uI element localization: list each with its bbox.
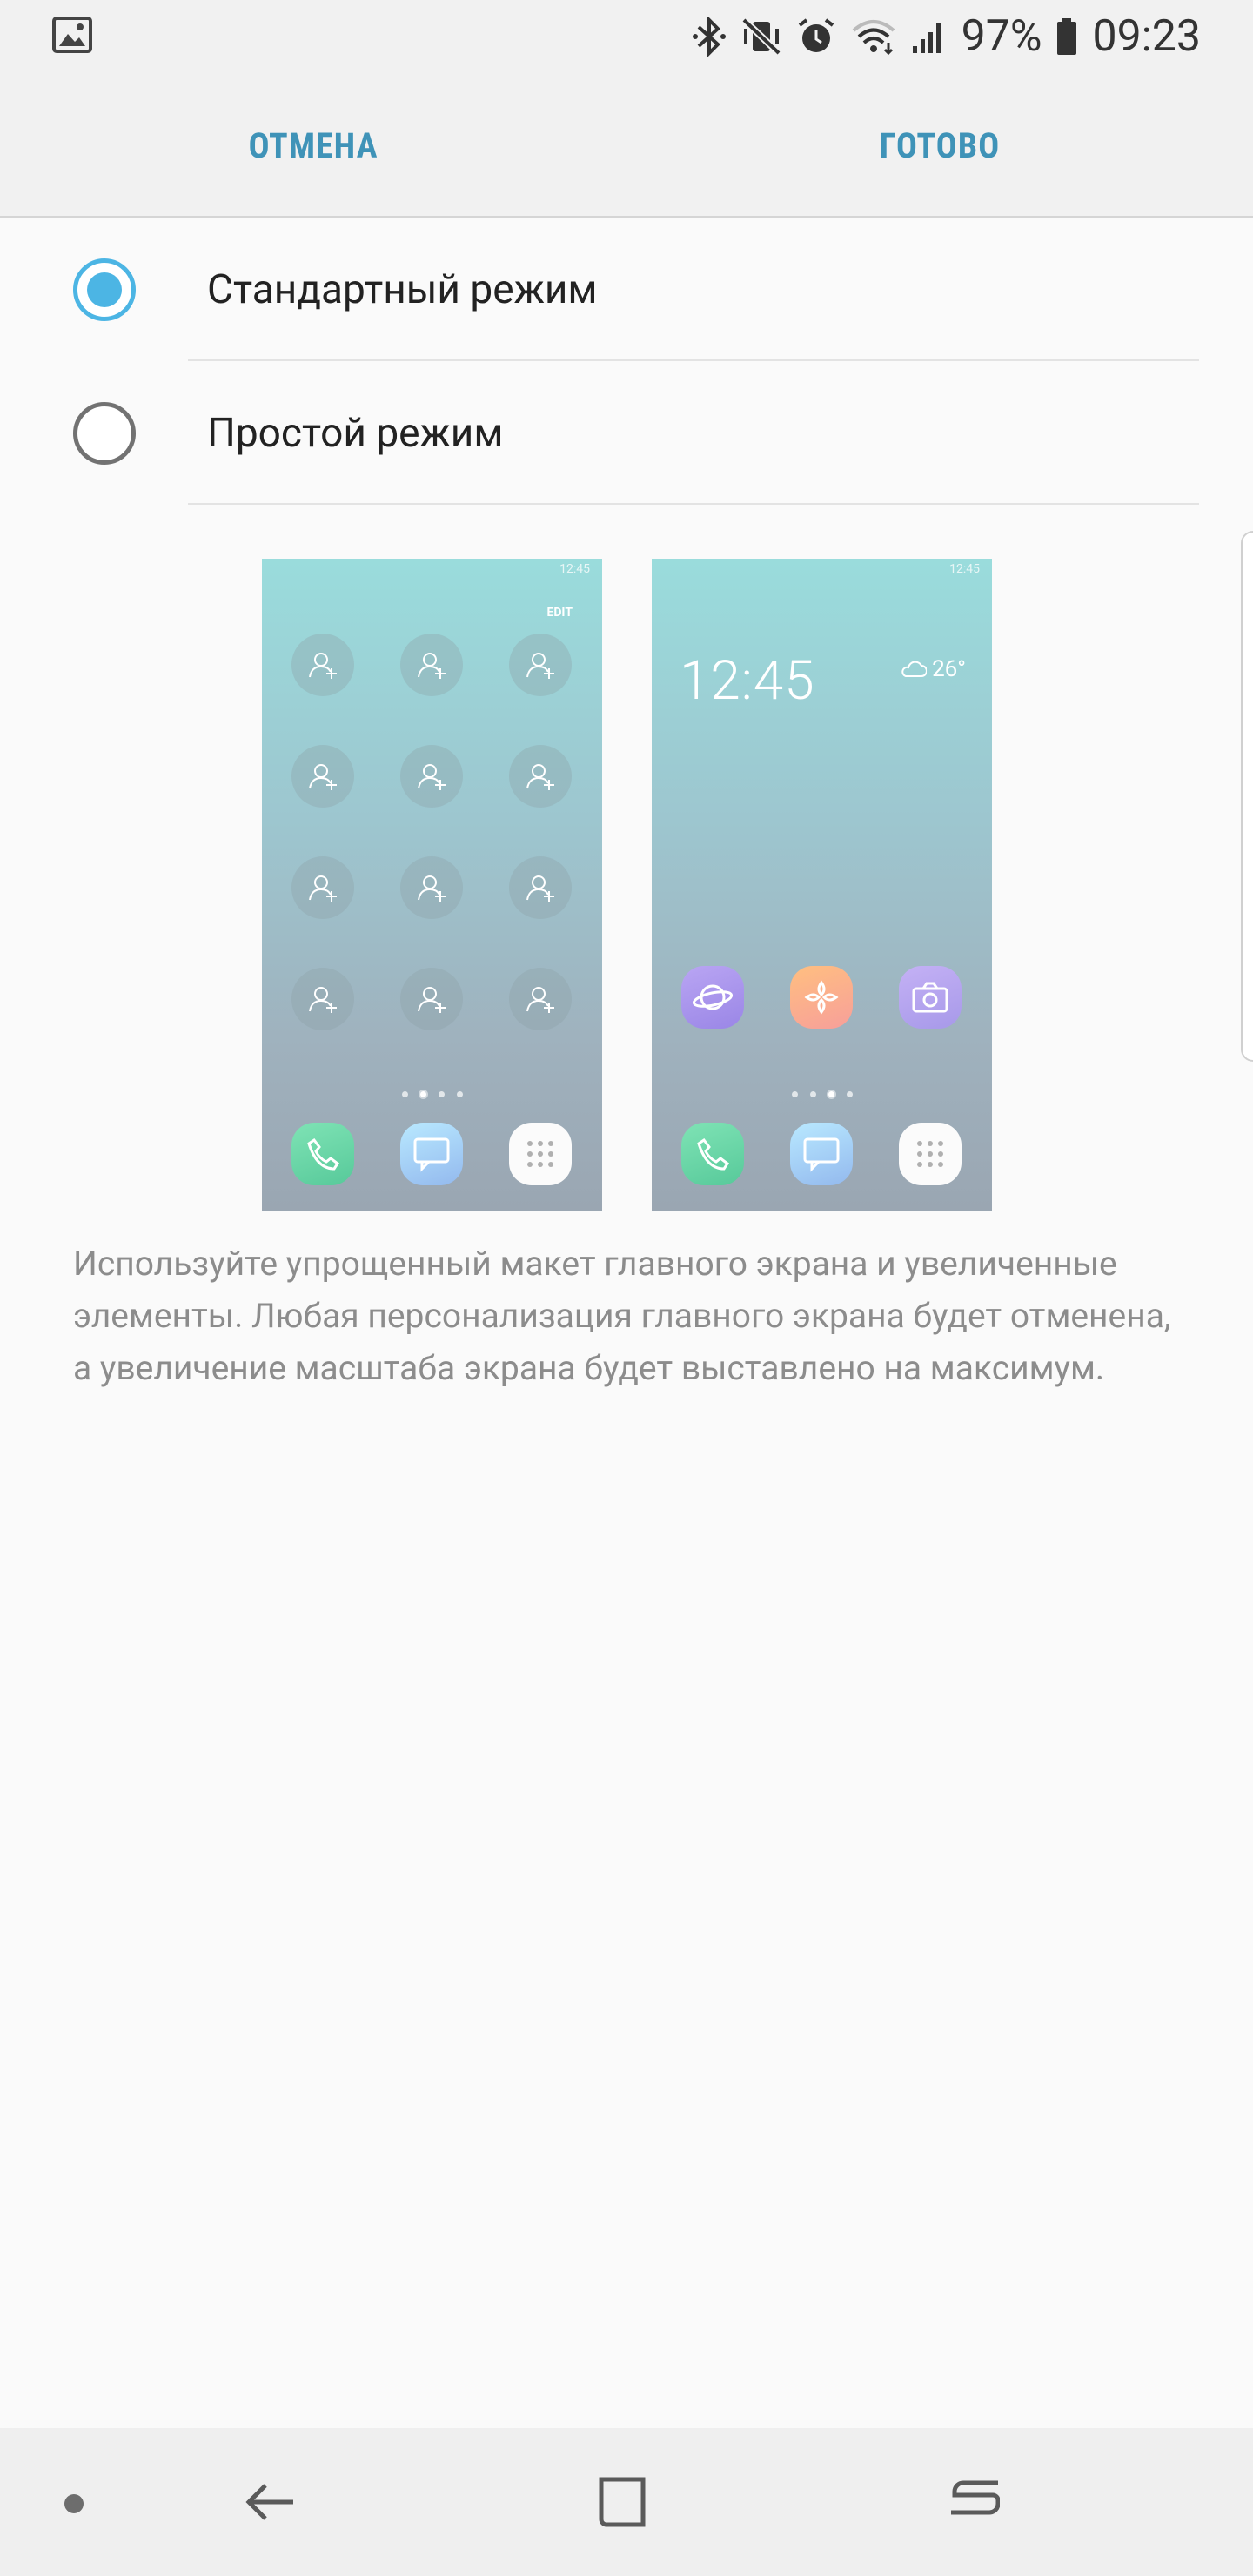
option-standard-mode[interactable]: Стандартный режим	[0, 218, 1253, 361]
messages-icon	[790, 1123, 853, 1185]
option-label: Стандартный режим	[207, 265, 598, 313]
done-button[interactable]: ГОТОВО	[626, 73, 1253, 218]
dot-indicator-icon[interactable]	[64, 2494, 84, 2513]
battery-icon	[1055, 17, 1078, 57]
page-indicator	[652, 1091, 992, 1097]
image-notification-icon	[52, 17, 92, 57]
divider	[188, 503, 1199, 505]
gallery-icon	[790, 966, 853, 1029]
browser-icon	[681, 966, 744, 1029]
preview-status-time: 12:45	[949, 562, 980, 576]
option-label: Простой режим	[207, 409, 504, 457]
add-contact-icon	[509, 745, 572, 808]
cancel-button[interactable]: ОТМЕНА	[0, 73, 626, 218]
battery-percent: 97%	[961, 11, 1042, 62]
preview-edit-label: EDIT	[546, 606, 573, 620]
wifi-icon	[850, 17, 897, 57]
navigation-bar	[0, 2428, 1253, 2576]
add-contact-icon	[291, 968, 354, 1030]
edge-panel-handle[interactable]	[1241, 531, 1253, 1062]
phone-icon	[291, 1123, 354, 1185]
alarm-icon	[796, 17, 836, 57]
radio-standard-mode[interactable]	[73, 258, 136, 321]
back-icon[interactable]	[231, 2463, 310, 2541]
bluetooth-icon	[692, 17, 727, 57]
page-indicator	[262, 1091, 602, 1097]
preview-clock: 12:45	[680, 649, 815, 713]
action-bar: ОТМЕНА ГОТОВО	[0, 73, 1253, 218]
signal-icon	[911, 17, 948, 57]
recents-icon[interactable]	[935, 2463, 1013, 2541]
option-easy-mode[interactable]: Простой режим	[0, 361, 1253, 505]
apps-icon	[899, 1123, 962, 1185]
home-icon[interactable]	[581, 2463, 660, 2541]
add-contact-icon	[509, 968, 572, 1030]
preview-weather: 26°	[899, 656, 966, 682]
add-contact-icon	[400, 856, 463, 919]
add-contact-icon	[400, 745, 463, 808]
messages-icon	[400, 1123, 463, 1185]
apps-icon	[509, 1123, 572, 1185]
add-contact-icon	[291, 634, 354, 696]
clock: 09:23	[1092, 11, 1201, 62]
add-contact-icon	[291, 745, 354, 808]
add-contact-icon	[400, 968, 463, 1030]
phone-icon	[681, 1123, 744, 1185]
add-contact-icon	[509, 856, 572, 919]
standard-mode-preview: 12:45 EDIT	[262, 559, 602, 1211]
cloud-sun-icon	[901, 661, 928, 677]
add-contact-icon	[400, 634, 463, 696]
easy-mode-preview: 12:45 12:45 26°	[652, 559, 992, 1211]
preview-status-time: 12:45	[559, 562, 590, 576]
radio-easy-mode[interactable]	[73, 401, 136, 465]
add-contact-icon	[509, 634, 572, 696]
mode-description: Используйте упрощенный макет главного эк…	[73, 1244, 1171, 1388]
vibrate-mute-icon	[740, 17, 782, 57]
status-bar: 97% 09:23	[0, 0, 1253, 73]
preview-temperature: 26°	[932, 656, 966, 682]
camera-icon	[899, 966, 962, 1029]
add-contact-icon	[291, 856, 354, 919]
